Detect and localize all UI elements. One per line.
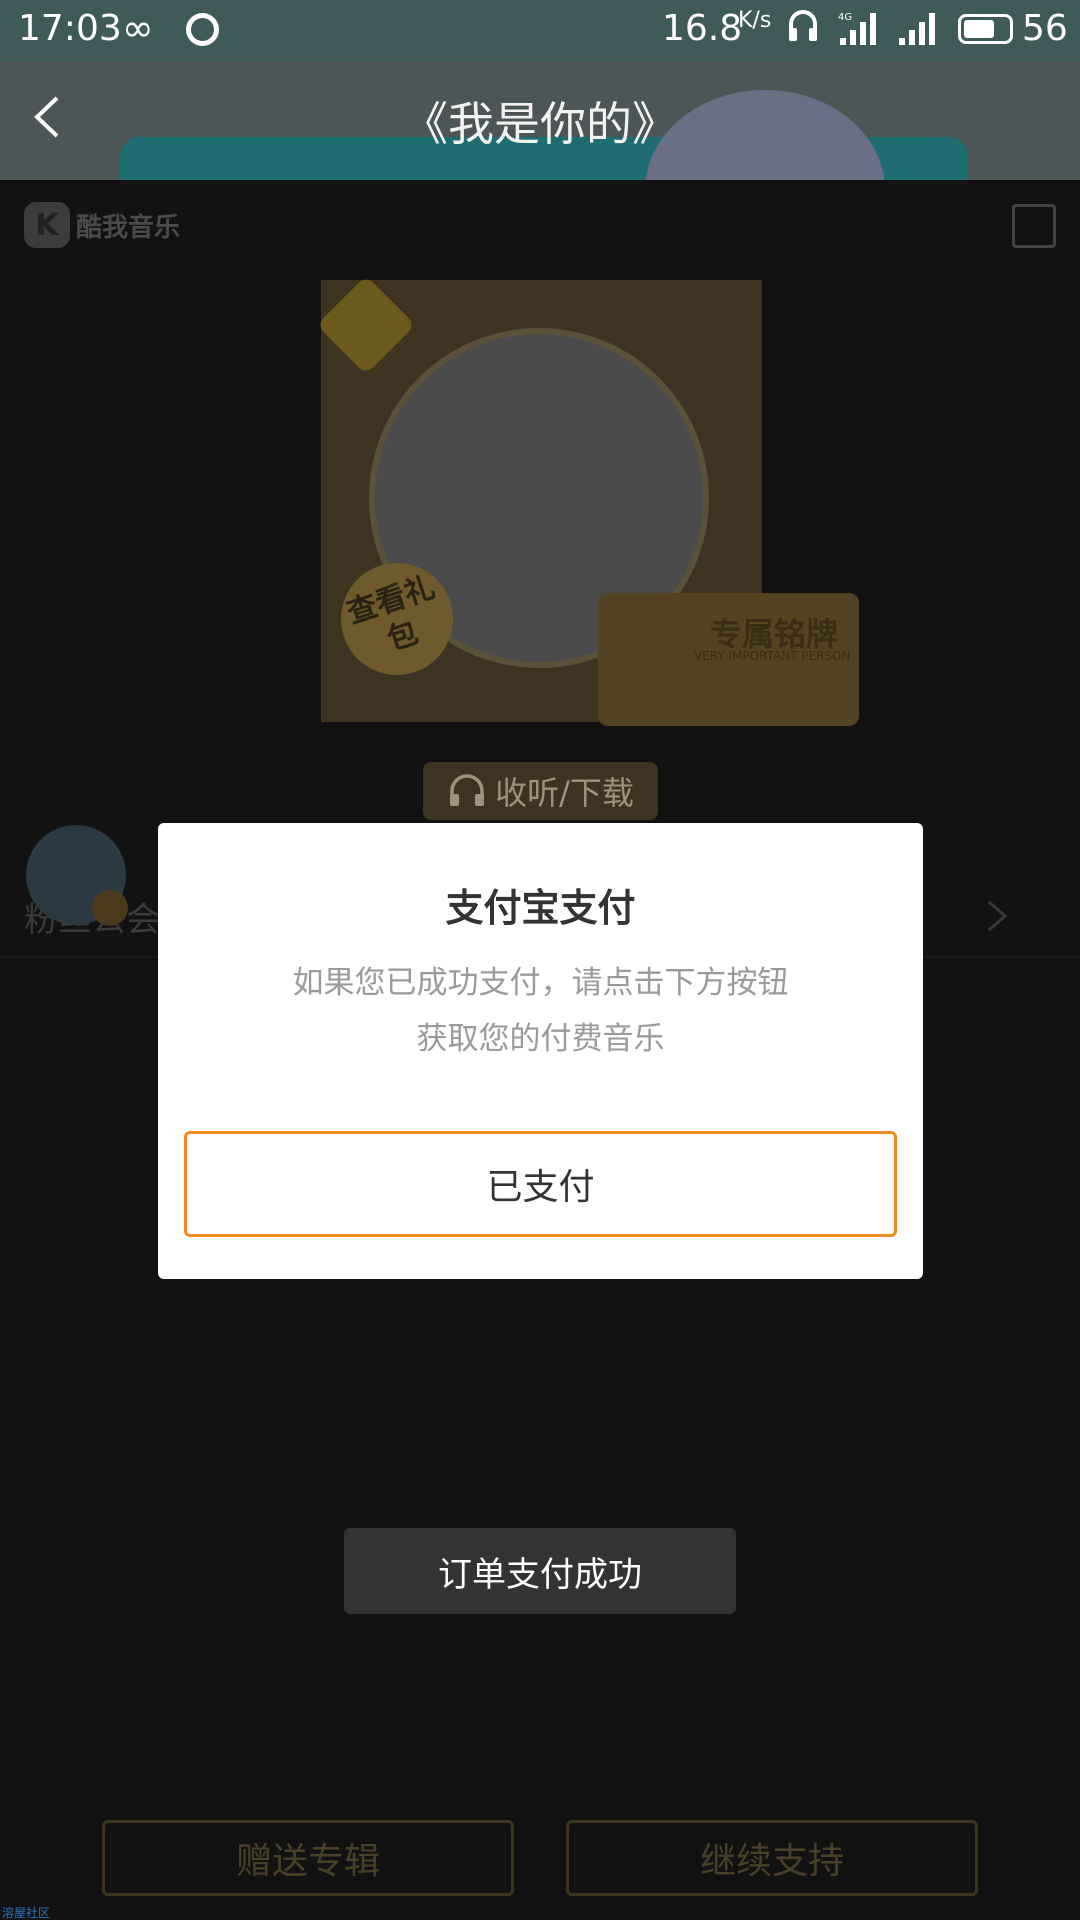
gift-bow-icon	[316, 275, 416, 375]
gift-album-button[interactable]: 赠送专辑	[102, 1820, 514, 1896]
listen-download-label: 收听/下载	[495, 774, 634, 812]
net-speed-unit: K/s	[738, 8, 772, 33]
headset-icon	[789, 10, 817, 41]
listen-download-button[interactable]: 收听/下载	[423, 762, 658, 820]
kuwo-logo: K 酷我音乐	[24, 202, 180, 248]
app-root: 17:03 ∞ 16.8 K/s 4G 56 《我是你的》 K 酷我音乐 查看礼…	[0, 0, 1080, 1920]
chevron-right-icon[interactable]	[985, 898, 1009, 934]
dialog-description-line1: 如果您已成功支付，请点击下方按钮	[292, 965, 789, 1001]
dialog-title: 支付宝支付	[445, 886, 636, 930]
kuwo-logo-icon: K	[24, 202, 70, 248]
battery-level: 56	[1022, 8, 1068, 49]
svg-text:4G: 4G	[838, 12, 852, 23]
headphones-icon	[450, 774, 485, 806]
paid-button[interactable]: 已支付	[184, 1131, 897, 1237]
avatar-badge-icon	[92, 890, 128, 926]
dialog-description-line2: 获取您的付费音乐	[416, 1021, 665, 1057]
app-notification-icon	[186, 13, 219, 46]
vip-card[interactable]: 专属铭牌 VERY IMPORTANT PERSON	[598, 593, 859, 726]
signal-4g-icon: 4G	[838, 12, 876, 45]
status-time: 17:03	[18, 8, 122, 49]
share-icon[interactable]	[1012, 204, 1056, 248]
header: 《我是你的》	[0, 62, 1080, 180]
dialog-description: 如果您已成功支付，请点击下方按钮 获取您的付费音乐	[158, 955, 923, 1067]
logo-text: 酷我音乐	[76, 212, 181, 243]
battery-icon	[958, 14, 1013, 44]
toast-message: 订单支付成功	[344, 1528, 736, 1614]
vip-card-subtitle: VERY IMPORTANT PERSON	[694, 649, 851, 663]
continue-support-button[interactable]: 继续支持	[566, 1820, 978, 1896]
signal-icon	[899, 13, 935, 45]
alipay-payment-dialog: 支付宝支付 如果您已成功支付，请点击下方按钮 获取您的付费音乐 已支付	[158, 823, 923, 1279]
watermark: 溶屋社区	[2, 1906, 51, 1920]
loop-icon: ∞	[122, 6, 154, 50]
status-bar: 17:03 ∞ 16.8 K/s 4G 56	[0, 0, 1080, 62]
net-speed: 16.8	[662, 8, 743, 49]
page-title: 《我是你的》	[402, 97, 678, 151]
